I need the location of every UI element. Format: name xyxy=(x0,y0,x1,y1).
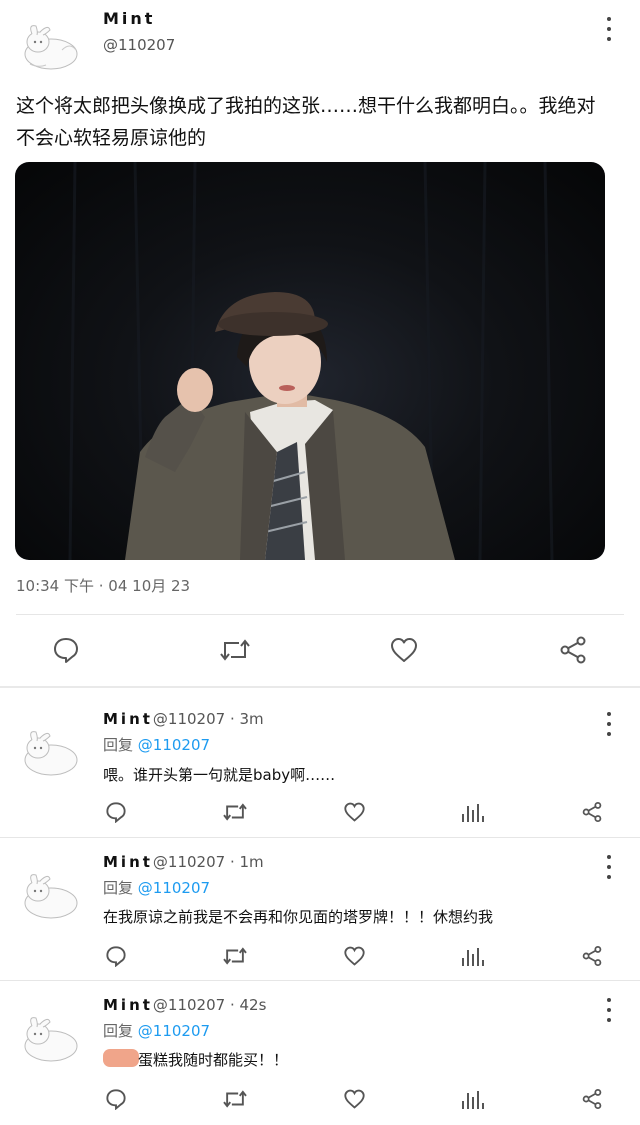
reply-text: 蛋糕我随时都能买！！ xyxy=(138,1051,289,1069)
avatar[interactable] xyxy=(18,1012,78,1062)
more-options-icon[interactable] xyxy=(599,712,619,736)
section-divider xyxy=(0,686,640,688)
divider xyxy=(16,614,624,615)
photo-illustration xyxy=(68,162,554,560)
reply-label: 回复 xyxy=(103,1022,134,1040)
avatar[interactable] xyxy=(18,20,78,70)
reply-author-handle[interactable]: @110207 xyxy=(153,996,225,1014)
heart-icon[interactable] xyxy=(342,800,366,824)
reply-author-handle[interactable]: @110207 xyxy=(153,710,225,728)
redaction-mark xyxy=(103,1049,139,1067)
more-options-icon[interactable] xyxy=(599,17,619,41)
more-options-icon[interactable] xyxy=(599,998,619,1022)
heart-icon[interactable] xyxy=(388,634,420,666)
author-handle[interactable]: @110207 xyxy=(103,36,175,54)
reply-label: 回复 xyxy=(103,736,134,754)
reply-text: 在我原谅之前我是不会再和你见面的塔罗牌！！！休想约我 xyxy=(103,908,494,926)
reply-label: 回复 xyxy=(103,879,134,897)
reply-author-name[interactable]: Mint xyxy=(103,853,153,871)
reply-time: · 1m xyxy=(229,853,264,871)
retweet-icon[interactable] xyxy=(221,944,249,968)
reply-to-link[interactable]: @110207 xyxy=(138,879,210,897)
reply-to-line: 回复 @110207 xyxy=(103,734,210,755)
reply-time: · 3m xyxy=(229,710,264,728)
reply-header: Mint@110207 · 42s xyxy=(103,996,266,1014)
tweet-timestamp: 10:34 下午 · 04 10月 23 xyxy=(16,577,191,595)
analytics-icon[interactable] xyxy=(462,802,484,824)
retweet-icon[interactable] xyxy=(221,800,249,824)
share-icon[interactable] xyxy=(580,1087,604,1111)
divider xyxy=(0,980,640,981)
reply-author-handle[interactable]: @110207 xyxy=(153,853,225,871)
retweet-icon[interactable] xyxy=(221,1087,249,1111)
share-icon[interactable] xyxy=(580,944,604,968)
avatar[interactable] xyxy=(18,869,78,919)
tweet-photo[interactable] xyxy=(15,162,605,560)
comment-icon[interactable] xyxy=(104,800,128,824)
reply-to-link[interactable]: @110207 xyxy=(138,1022,210,1040)
share-icon[interactable] xyxy=(580,800,604,824)
comment-icon[interactable] xyxy=(104,944,128,968)
heart-icon[interactable] xyxy=(342,944,366,968)
reply-author-name[interactable]: Mint xyxy=(103,710,153,728)
reply-to-line: 回复 @110207 xyxy=(103,1020,210,1041)
author-name[interactable]: Mint xyxy=(103,9,155,28)
divider xyxy=(0,837,640,838)
share-icon[interactable] xyxy=(557,634,589,666)
tweet-text: 这个将太郎把头像换成了我拍的这张……想干什么我都明白。。我绝对不会心软轻易原谅他… xyxy=(16,95,596,149)
reply-to-line: 回复 @110207 xyxy=(103,877,210,898)
avatar[interactable] xyxy=(18,726,78,776)
reply-time: · 42s xyxy=(229,996,267,1014)
reply-text: 喂。谁开头第一句就是baby啊…… xyxy=(103,766,336,784)
reply-to-link[interactable]: @110207 xyxy=(138,736,210,754)
more-options-icon[interactable] xyxy=(599,855,619,879)
reply-header: Mint@110207 · 3m xyxy=(103,710,264,728)
comment-icon[interactable] xyxy=(104,1087,128,1111)
comment-icon[interactable] xyxy=(50,634,82,666)
retweet-icon[interactable] xyxy=(218,634,252,666)
reply-header: Mint@110207 · 1m xyxy=(103,853,264,871)
heart-icon[interactable] xyxy=(342,1087,366,1111)
analytics-icon[interactable] xyxy=(462,946,484,968)
analytics-icon[interactable] xyxy=(462,1089,484,1111)
reply-author-name[interactable]: Mint xyxy=(103,996,153,1014)
